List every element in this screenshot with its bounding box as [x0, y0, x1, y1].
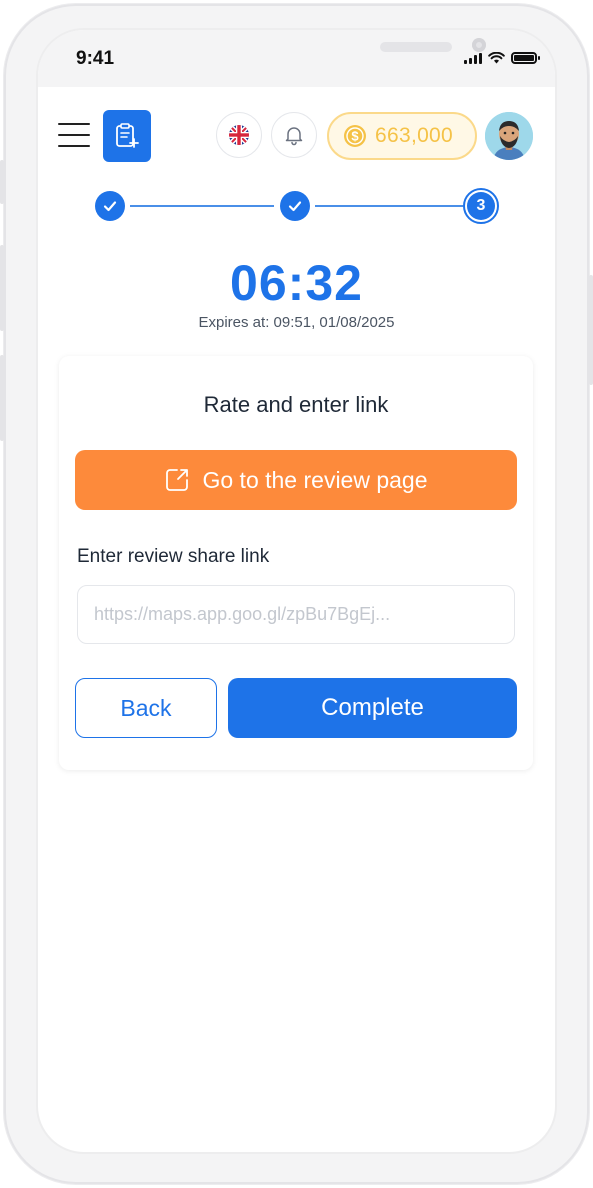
uk-flag-icon	[229, 125, 249, 145]
status-time: 9:41	[76, 48, 115, 69]
check-icon	[288, 201, 302, 212]
phone-volume-up-button	[0, 245, 4, 331]
progress-stepper: 3	[93, 188, 503, 228]
notification-button[interactable]	[271, 112, 317, 158]
step-3-number: 3	[467, 192, 495, 220]
step-3-current: 3	[463, 188, 499, 224]
language-button[interactable]	[216, 112, 262, 158]
bell-icon	[285, 127, 303, 146]
avatar-image	[485, 112, 533, 160]
clipboard-plus-icon	[116, 123, 139, 148]
coin-amount: 663,000	[375, 124, 454, 147]
svg-text:$: $	[351, 129, 359, 144]
step-1-complete	[95, 191, 125, 221]
new-task-button[interactable]	[103, 110, 151, 162]
review-link-label: Enter review share link	[77, 546, 270, 567]
battery-icon	[511, 52, 540, 64]
countdown-timer: 06:32	[230, 255, 363, 311]
hamburger-menu-icon[interactable]	[58, 123, 90, 147]
speaker	[380, 42, 452, 52]
phone-side-button	[0, 160, 4, 204]
expiry-text: Expires at: 09:51, 01/08/2025	[198, 314, 395, 331]
external-link-icon	[166, 469, 189, 491]
phone-volume-down-button	[0, 355, 4, 441]
review-card: Rate and enter link Go to the review pag…	[59, 356, 533, 770]
wifi-icon	[488, 52, 505, 64]
user-avatar[interactable]	[485, 112, 533, 160]
dollar-coin-icon: $	[344, 125, 366, 147]
review-link-input[interactable]	[77, 585, 515, 644]
phone-screen: 9:41 $ 663,000 3 06:32 Expires at: 09:51…	[38, 30, 555, 1152]
step-connector-2	[315, 205, 463, 207]
status-icons	[464, 52, 540, 64]
coin-balance[interactable]: $ 663,000	[327, 112, 477, 160]
go-to-review-page-label: Go to the review page	[202, 466, 428, 493]
step-2-complete	[280, 191, 310, 221]
front-camera	[472, 38, 486, 52]
step-connector-1	[130, 205, 274, 207]
notch	[158, 30, 486, 74]
go-to-review-page-button[interactable]: Go to the review page	[75, 450, 517, 510]
card-title: Rate and enter link	[203, 392, 389, 417]
back-button[interactable]: Back	[75, 678, 217, 738]
signal-icon	[464, 53, 482, 64]
check-icon	[103, 201, 117, 212]
complete-button[interactable]: Complete	[228, 678, 517, 738]
phone-power-button	[589, 275, 593, 385]
